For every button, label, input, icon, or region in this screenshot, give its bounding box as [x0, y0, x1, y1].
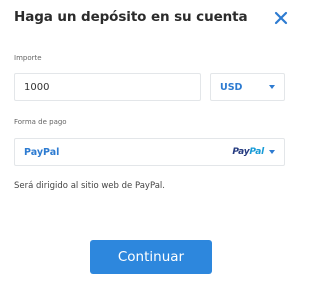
continue-button[interactable]: Continuar — [90, 240, 212, 274]
amount-label: Importe — [14, 54, 42, 62]
continue-button-label: Continuar — [117, 249, 185, 265]
payment-method-select[interactable]: PayPal PayPal — [14, 138, 285, 166]
dialog-title: Haga un depósito en su cuenta — [14, 9, 248, 25]
payment-method-value: PayPal — [24, 146, 60, 158]
chevron-down-icon — [269, 150, 275, 154]
currency-value: USD — [220, 81, 243, 93]
chevron-down-icon — [269, 85, 275, 89]
close-icon — [274, 11, 288, 25]
currency-select[interactable]: USD — [210, 73, 285, 101]
payment-method-right: PayPal — [232, 147, 275, 157]
redirect-note: Será dirigido al sitio web de PayPal. — [14, 181, 165, 191]
close-button[interactable] — [266, 4, 296, 32]
paypal-logo: PayPal — [232, 147, 264, 157]
amount-input[interactable] — [14, 73, 201, 101]
payment-method-label: Forma de pago — [14, 118, 67, 126]
